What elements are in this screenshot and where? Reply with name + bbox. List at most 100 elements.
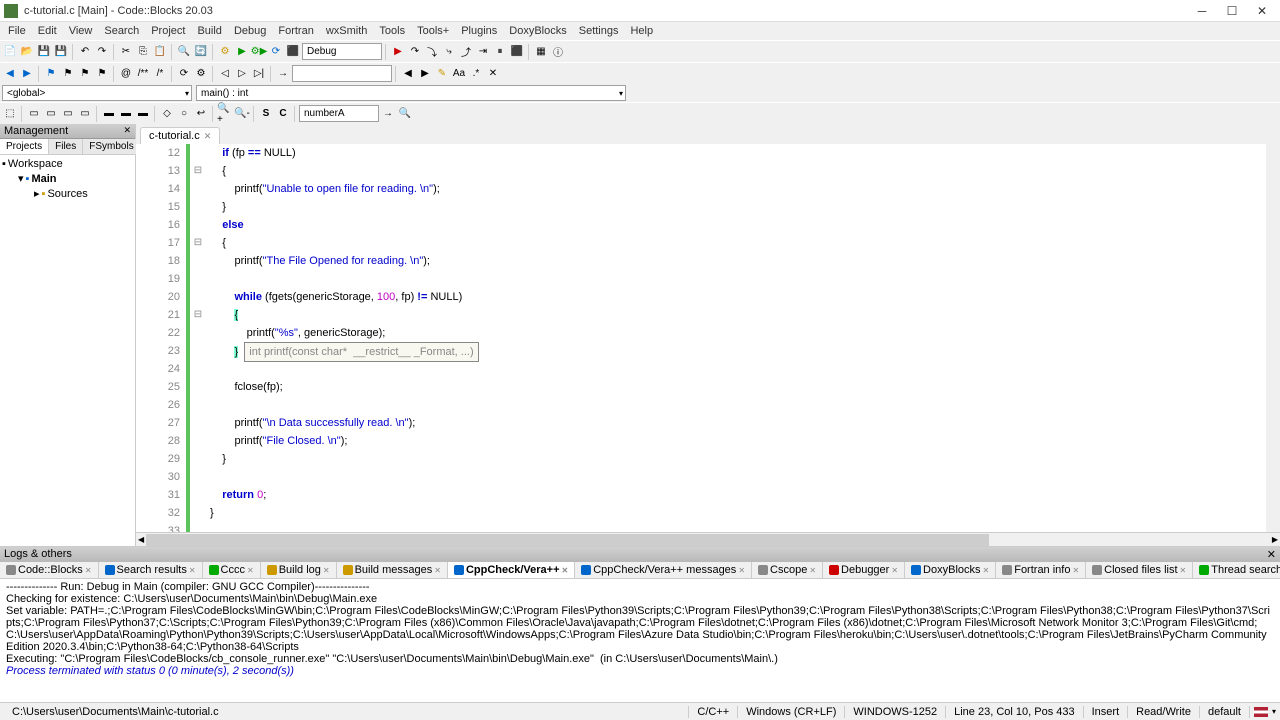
log-tab-close-icon[interactable]: ✕ [1072,566,1079,575]
step-out-icon[interactable]: ⤴ [458,44,474,60]
log-tab-3[interactable]: Build log✕ [261,562,337,578]
menu-search[interactable]: Search [98,23,145,39]
scope-right-combo[interactable]: main() : int [196,85,626,101]
next-instr-icon[interactable]: ⇥ [475,44,491,60]
save-icon[interactable]: 💾 [36,44,52,60]
log-tab-8[interactable]: Debugger✕ [823,562,905,578]
menu-wxsmith[interactable]: wxSmith [320,23,374,39]
toggle2-icon[interactable]: ▭ [43,106,59,122]
stop-icon[interactable]: ⬛ [285,44,301,60]
comment-icon[interactable]: /** [135,66,151,82]
menu-tools[interactable]: Tools [373,23,411,39]
log-tab-close-icon[interactable]: ✕ [189,566,196,575]
log-tab-close-icon[interactable]: ✕ [434,566,441,575]
log-tab-11[interactable]: Closed files list✕ [1086,562,1193,578]
block3-icon[interactable]: ▬ [135,106,151,122]
tab-close-icon[interactable]: ✕ [204,131,212,142]
expand-icon[interactable]: ▾ [18,172,24,185]
cpp-icon[interactable]: C [275,106,291,122]
regex-icon[interactable]: .* [468,66,484,82]
dropdown-icon[interactable]: ▾ [1272,707,1276,716]
break-icon[interactable]: ⏸ [492,44,508,60]
symbol-combo[interactable]: numberA [299,105,379,122]
loop-icon[interactable]: ○ [176,106,192,122]
sidebar-close-icon[interactable]: ✕ [123,125,131,137]
cut-icon[interactable]: ✂ [118,44,134,60]
log-tab-10[interactable]: Fortran info✕ [996,562,1086,578]
tree-project[interactable]: ▾ ▪ Main [2,171,133,186]
goto-decl-icon[interactable]: → [380,106,396,122]
hl-prev-icon[interactable]: ◀ [400,66,416,82]
match-case-icon[interactable]: Aa [451,66,467,82]
log-tab-close-icon[interactable]: ✕ [738,566,745,575]
minimize-button[interactable]: ─ [1188,2,1216,20]
save-all-icon[interactable]: 💾 [53,44,69,60]
rebuild-icon[interactable]: ⟳ [268,44,284,60]
find-icon[interactable]: 🔍 [176,44,192,60]
step-over-icon[interactable]: ⤵ [424,44,440,60]
debug-continue-icon[interactable]: ↷ [407,44,423,60]
copy-icon[interactable]: ⎘ [135,44,151,60]
project-tree[interactable]: ▪ Workspace ▾ ▪ Main ▸ ▪ Sources [0,155,135,546]
tree-sources[interactable]: ▸ ▪ Sources [2,186,133,201]
source-icon[interactable]: S [258,106,274,122]
bookmark-icon[interactable]: ⚑ [43,66,59,82]
menu-build[interactable]: Build [191,23,227,39]
scope-left-combo[interactable]: <global> [2,85,192,101]
expand-icon[interactable]: ▸ [34,187,40,200]
menu-settings[interactable]: Settings [573,23,625,39]
run-icon[interactable]: ▶ [234,44,250,60]
log-tab-close-icon[interactable]: ✕ [983,566,990,575]
paste-icon[interactable]: 📋 [152,44,168,60]
log-tab-5[interactable]: CppCheck/Vera++✕ [448,562,575,578]
block-icon[interactable]: ▬ [101,106,117,122]
log-tab-close-icon[interactable]: ✕ [1180,566,1187,575]
build-icon[interactable]: ⚙ [217,44,233,60]
goto-impl-icon[interactable]: 🔍 [397,106,413,122]
highlight-icon[interactable]: ✎ [434,66,450,82]
open-file-icon[interactable]: 📂 [19,44,35,60]
log-tab-close-icon[interactable]: ✕ [562,566,569,575]
menu-view[interactable]: View [63,23,99,39]
sidebar-tab-fsymbols[interactable]: FSymbols [83,139,140,154]
log-tab-12[interactable]: Thread search✕ [1193,562,1280,578]
hl-next-icon[interactable]: ▶ [417,66,433,82]
toggle-icon[interactable]: ▭ [26,106,42,122]
toggle3-icon[interactable]: ▭ [60,106,76,122]
debug-run-icon[interactable]: ▶ [390,44,406,60]
last-icon[interactable]: ▷| [251,66,267,82]
doxygen-icon[interactable]: @ [118,66,134,82]
cond-icon[interactable]: ◇ [159,106,175,122]
menu-file[interactable]: File [2,23,32,39]
next-icon[interactable]: ▷ [234,66,250,82]
prev-icon[interactable]: ◁ [217,66,233,82]
tree-workspace[interactable]: ▪ Workspace [2,157,133,171]
log-tab-close-icon[interactable]: ✕ [247,566,254,575]
step-into-icon[interactable]: ⤷ [441,44,457,60]
menu-plugins[interactable]: Plugins [455,23,503,39]
log-tab-1[interactable]: Search results✕ [99,562,203,578]
code-editor[interactable]: 1213141516171819202122232425262728293031… [136,144,1280,532]
debug-windows-icon[interactable]: ▦ [533,44,549,60]
stop-debug-icon[interactable]: ⬛ [509,44,525,60]
build-run-icon[interactable]: ⚙▶ [251,44,267,60]
build-target-combo[interactable]: Debug [302,43,382,60]
log-tab-close-icon[interactable]: ✕ [323,566,330,575]
log-tab-4[interactable]: Build messages✕ [337,562,448,578]
clear-hl-icon[interactable]: ✕ [485,66,501,82]
maximize-button[interactable]: ☐ [1218,2,1246,20]
menu-debug[interactable]: Debug [228,23,272,39]
info-icon[interactable]: ⓘ [550,44,566,60]
log-tab-close-icon[interactable]: ✕ [809,566,816,575]
bookmark-prev-icon[interactable]: ⚑ [60,66,76,82]
replace-icon[interactable]: 🔄 [193,44,209,60]
menu-tools+[interactable]: Tools+ [411,23,455,39]
close-button[interactable]: ✕ [1248,2,1276,20]
comment2-icon[interactable]: /* [152,66,168,82]
editor-tab[interactable]: c-tutorial.c ✕ [140,127,220,144]
log-tab-close-icon[interactable]: ✕ [891,566,898,575]
vertical-scrollbar[interactable] [1266,144,1280,532]
logs-close-icon[interactable]: ✕ [1267,548,1276,561]
refresh-icon[interactable]: ⟳ [176,66,192,82]
jump-fwd-icon[interactable]: ▶ [19,66,35,82]
